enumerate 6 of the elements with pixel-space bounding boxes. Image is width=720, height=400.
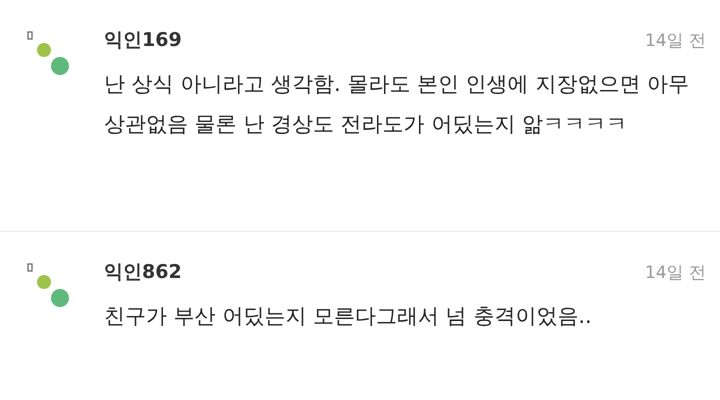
comment-text: 친구가 부산 어딨는지 모른다그래서 넘 충격이었음.. — [104, 303, 593, 330]
comment-time: 14일 전 — [644, 30, 706, 52]
author-name: 익인169 — [104, 28, 182, 53]
author-name: 익인862 — [104, 260, 182, 285]
comment-text: 난 상식 아니라고 생각함. 몰라도 본인 인생에 지장없으면 아무 상관없음 물론 난 경상도 전라도가 어딨는지 앎ㅋㅋㅋㅋ — [104, 71, 690, 138]
comment-time: 14일 전 — [644, 262, 706, 284]
